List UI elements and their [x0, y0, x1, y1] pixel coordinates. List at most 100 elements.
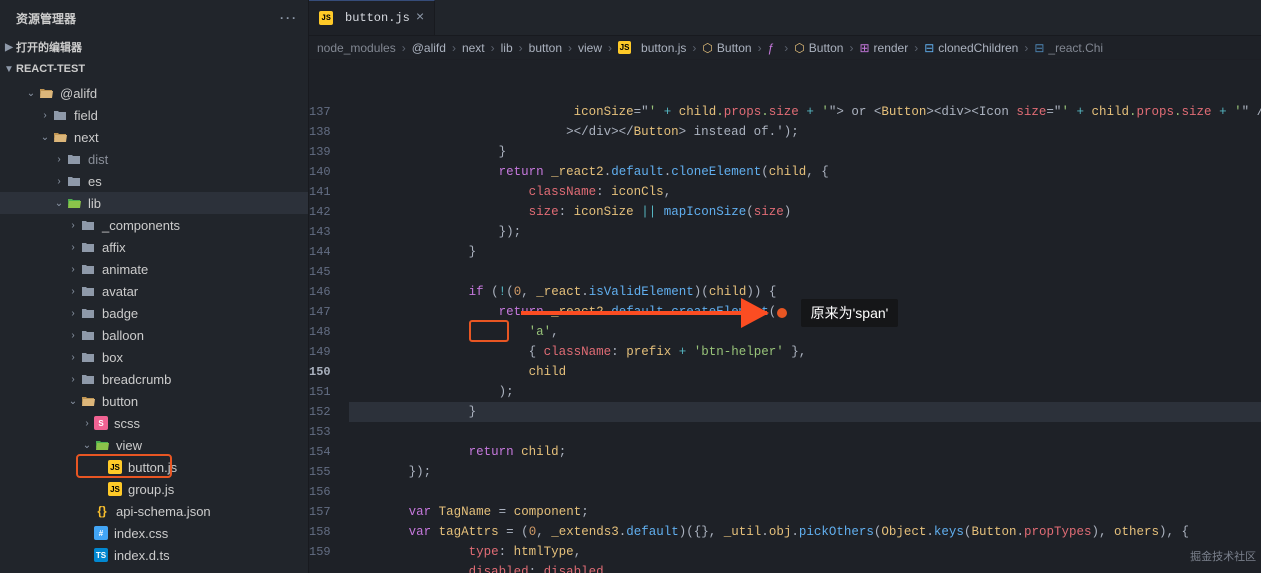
folder-icon	[52, 107, 68, 123]
folder-open-icon	[66, 195, 82, 211]
watermark: 掘金技术社区	[1190, 547, 1256, 567]
folder-icon	[80, 371, 96, 387]
chevron-right-icon: ›	[1024, 41, 1028, 55]
project-root-section[interactable]: ▼ REACT-TEST	[0, 58, 308, 80]
chevron-right-icon: ›	[66, 264, 80, 275]
code-line[interactable]: return _react2.default.cloneElement(chil…	[349, 162, 1261, 182]
tree-item[interactable]: JSbutton.js	[0, 456, 308, 478]
breadcrumb-item[interactable]: JSbutton.js	[618, 41, 686, 55]
close-icon[interactable]: ×	[416, 10, 424, 26]
breadcrumb[interactable]: node_modules › @alifd › next › lib › button › view…	[309, 36, 1261, 60]
tree-item[interactable]: ›box	[0, 346, 308, 368]
code-body[interactable]: iconSize="' + child.props.size + '"> or …	[349, 60, 1261, 573]
css-icon: #	[94, 526, 108, 540]
code-line[interactable]: if (!(0, _react.isValidElement)(child)) …	[349, 282, 1261, 302]
chevron-down-icon: ⌄	[38, 132, 52, 143]
code-line[interactable]: var tagAttrs = (0, _extends3.default)({}…	[349, 522, 1261, 542]
chevron-down-icon: ⌄	[52, 198, 66, 209]
tree-item[interactable]: ›badge	[0, 302, 308, 324]
tree-item[interactable]: ⌄button	[0, 390, 308, 412]
more-icon[interactable]: ···	[280, 11, 298, 25]
tree-item[interactable]: TSindex.d.ts	[0, 544, 308, 566]
code-line[interactable]: });	[349, 462, 1261, 482]
js-icon: JS	[319, 11, 333, 25]
tree-item[interactable]: ›dist	[0, 148, 308, 170]
tree-item[interactable]: #index.css	[0, 522, 308, 544]
code-line[interactable]: return child;	[349, 442, 1261, 462]
tree-item[interactable]: JSgroup.js	[0, 478, 308, 500]
tree-label: next	[74, 130, 99, 145]
breadcrumb-item[interactable]: next	[462, 41, 485, 55]
tree-item[interactable]: ⌄@alifd	[0, 82, 308, 104]
breadcrumb-item[interactable]: ƒ	[768, 41, 779, 55]
folder-icon	[80, 305, 96, 321]
chevron-right-icon: ▶	[2, 42, 16, 53]
chevron-down-icon: ▼	[2, 64, 16, 75]
breadcrumb-item[interactable]: lib	[501, 41, 513, 55]
chevron-right-icon: ›	[66, 308, 80, 319]
folder-open-icon	[94, 437, 110, 453]
tree-item[interactable]: ›animate	[0, 258, 308, 280]
breadcrumb-item[interactable]: ⬡Button	[702, 41, 751, 55]
tree-item[interactable]: ⌄view	[0, 434, 308, 456]
tree-label: scss	[114, 416, 140, 431]
code-line[interactable]: disabled: disabled,	[349, 562, 1261, 573]
breadcrumb-item[interactable]: button	[529, 41, 562, 55]
code-line[interactable]	[349, 482, 1261, 502]
chevron-right-icon: ›	[519, 41, 523, 55]
tree-item[interactable]: ›affix	[0, 236, 308, 258]
code-line[interactable]: var TagName = component;	[349, 502, 1261, 522]
tree-label: box	[102, 350, 123, 365]
tree-item[interactable]: ›_components	[0, 214, 308, 236]
open-editors-section[interactable]: ▶ 打开的编辑器	[0, 36, 308, 58]
chevron-right-icon: ›	[849, 41, 853, 55]
tree-label: avatar	[102, 284, 138, 299]
folder-icon	[80, 349, 96, 365]
breadcrumb-item[interactable]: ⊟_react.Chi	[1034, 41, 1103, 55]
breadcrumb-item[interactable]: ⊟clonedChildren	[924, 41, 1018, 55]
code-line[interactable]	[349, 422, 1261, 442]
class-icon: ⬡	[702, 41, 712, 55]
code-line[interactable]: return _react2.default.createElement(	[349, 302, 1261, 322]
chevron-right-icon: ›	[914, 41, 918, 55]
code-line[interactable]: });	[349, 222, 1261, 242]
code-line[interactable]: { className: prefix + 'btn-helper' },	[349, 342, 1261, 362]
scss-icon: S	[94, 416, 108, 430]
tree-label: view	[116, 438, 142, 453]
chevron-right-icon: ›	[52, 154, 66, 165]
tree-item[interactable]: ⌄lib	[0, 192, 308, 214]
tree-item[interactable]: ›es	[0, 170, 308, 192]
file-explorer-sidebar: 资源管理器 ··· ▶ 打开的编辑器 ▼ REACT-TEST ⌄@alifd›…	[0, 0, 309, 573]
explorer-title: 资源管理器	[16, 10, 76, 27]
breadcrumb-item[interactable]: ⊞render	[859, 41, 908, 55]
code-line[interactable]: );	[349, 382, 1261, 402]
code-line[interactable]: size: iconSize || mapIconSize(size)	[349, 202, 1261, 222]
class-icon: ⬡	[794, 41, 804, 55]
code-line[interactable]	[349, 262, 1261, 282]
tree-item[interactable]: ›Sscss	[0, 412, 308, 434]
breadcrumb-item[interactable]: view	[578, 41, 602, 55]
tree-item[interactable]: ›balloon	[0, 324, 308, 346]
folder-open-icon	[38, 85, 54, 101]
tree-item[interactable]: ⌄ next	[0, 126, 308, 148]
breadcrumb-item[interactable]: @alifd	[412, 41, 446, 55]
tree-item[interactable]: ›breadcrumb	[0, 368, 308, 390]
tree-item[interactable]: {}api-schema.json	[0, 500, 308, 522]
tab-buttonjs[interactable]: JS button.js ×	[309, 0, 435, 35]
code-line[interactable]: 'a',	[349, 322, 1261, 342]
chevron-right-icon: ›	[784, 41, 788, 55]
breadcrumb-item[interactable]: node_modules	[317, 41, 396, 55]
code-line[interactable]: }	[349, 142, 1261, 162]
tree-item[interactable]: ›field	[0, 104, 308, 126]
code-line[interactable]: }	[349, 242, 1261, 262]
tree-label: _components	[102, 218, 180, 233]
function-icon: ƒ	[768, 41, 775, 55]
code-line[interactable]: type: htmlType,	[349, 542, 1261, 562]
code-line[interactable]: className: iconCls,	[349, 182, 1261, 202]
line-number-gutter: 1371381391401411421431441451461471481491…	[309, 60, 349, 573]
breadcrumb-item[interactable]: ⬡Button	[794, 41, 843, 55]
tree-item[interactable]: ›avatar	[0, 280, 308, 302]
js-icon: JS	[618, 41, 631, 54]
code-line[interactable]: }	[349, 402, 1261, 422]
code-line[interactable]: child	[349, 362, 1261, 382]
